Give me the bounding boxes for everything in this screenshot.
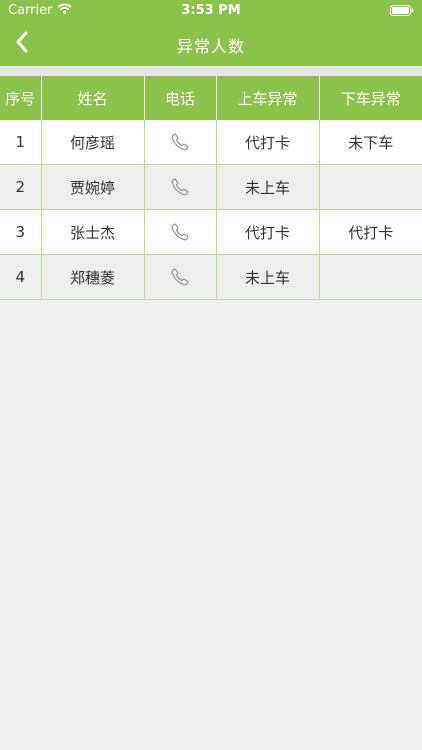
row-index: 1 [0, 120, 42, 165]
header-divider [0, 66, 422, 76]
abnormal-table: 序号 姓名 电话 上车异常 下车异常 1 何彦瑶 代打卡 未下车 2 贾婉婷 未… [0, 76, 422, 300]
call-button[interactable] [144, 254, 217, 300]
col-header-boarding: 上车异常 [216, 76, 320, 120]
row-name: 张士杰 [41, 209, 145, 255]
call-button[interactable] [144, 120, 217, 165]
table-header-row: 序号 姓名 电话 上车异常 下车异常 [0, 76, 422, 120]
phone-icon [145, 177, 216, 197]
table-row: 4 郑穗菱 未上车 [0, 254, 422, 300]
status-time: 3:53 PM [181, 3, 241, 18]
row-name: 郑穗菱 [41, 254, 145, 300]
status-bar: Carrier 3:53 PM [0, 0, 422, 22]
row-alighting-issue: 未下车 [319, 120, 422, 165]
call-button[interactable] [144, 209, 217, 255]
row-index: 2 [0, 164, 42, 210]
battery-icon [390, 5, 414, 16]
row-name: 何彦瑶 [41, 120, 145, 165]
phone-icon [145, 222, 216, 242]
row-name: 贾婉婷 [41, 164, 145, 210]
row-alighting-issue [319, 164, 422, 210]
top-bar: Carrier 3:53 PM 异常人数 [0, 0, 422, 66]
row-boarding-issue: 未上车 [216, 164, 320, 210]
row-alighting-issue: 代打卡 [319, 209, 422, 255]
col-header-index: 序号 [0, 76, 42, 120]
nav-bar: 异常人数 [0, 22, 422, 66]
table-row: 2 贾婉婷 未上车 [0, 164, 422, 210]
row-boarding-issue: 代打卡 [216, 120, 320, 165]
row-index: 3 [0, 209, 42, 255]
row-index: 4 [0, 254, 42, 300]
table-row: 3 张士杰 代打卡 代打卡 [0, 209, 422, 255]
row-boarding-issue: 未上车 [216, 254, 320, 300]
phone-icon [145, 132, 216, 152]
col-header-phone: 电话 [144, 76, 217, 120]
call-button[interactable] [144, 164, 217, 210]
table-row: 1 何彦瑶 代打卡 未下车 [0, 120, 422, 165]
row-alighting-issue [319, 254, 422, 300]
col-header-name: 姓名 [41, 76, 145, 120]
page-title: 异常人数 [176, 37, 245, 56]
phone-icon [145, 267, 216, 287]
col-header-alighting: 下车异常 [319, 76, 422, 120]
row-boarding-issue: 代打卡 [216, 209, 320, 255]
